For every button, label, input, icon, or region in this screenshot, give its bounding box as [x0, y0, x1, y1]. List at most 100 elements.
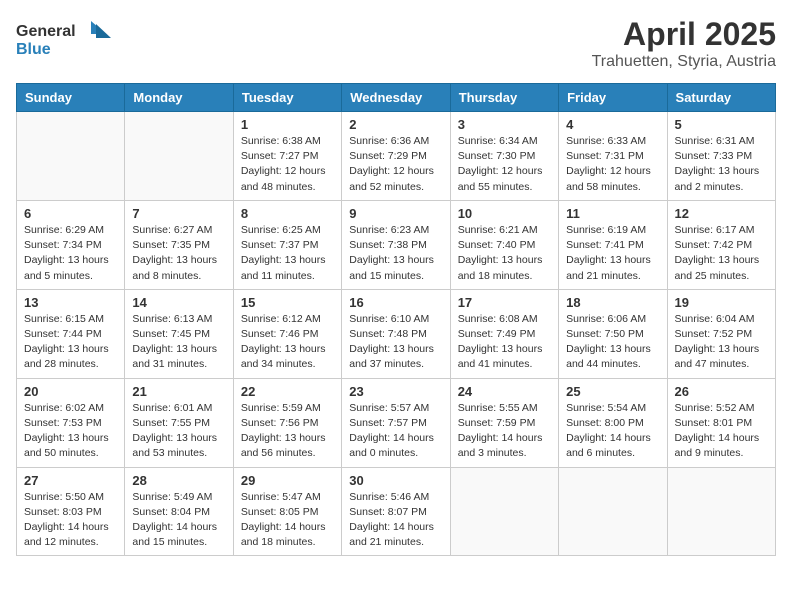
table-row: 29 Sunrise: 5:47 AMSunset: 8:05 PMDayligh… [233, 467, 341, 556]
day-info: Sunrise: 6:13 AMSunset: 7:45 PMDaylight:… [132, 312, 225, 373]
table-row: 2 Sunrise: 6:36 AMSunset: 7:29 PMDaylight… [342, 112, 450, 201]
day-number: 26 [675, 384, 768, 399]
calendar-week-row: 20 Sunrise: 6:02 AMSunset: 7:53 PMDayligh… [17, 378, 776, 467]
weekday-header-friday: Friday [559, 84, 667, 112]
day-info: Sunrise: 6:19 AMSunset: 7:41 PMDaylight:… [566, 223, 659, 284]
day-number: 19 [675, 295, 768, 310]
table-row: 15Sunrise: 6:12 AMSunset: 7:46 PMDayligh… [233, 289, 341, 378]
day-number: 1 [241, 117, 334, 132]
day-number: 20 [24, 384, 117, 399]
day-info: Sunrise: 6:34 AMSunset: 7:30 PMDaylight:… [458, 134, 551, 195]
table-row: 4 Sunrise: 6:33 AMSunset: 7:31 PMDaylight… [559, 112, 667, 201]
calendar-week-row: 6 Sunrise: 6:29 AMSunset: 7:34 PMDaylight… [17, 200, 776, 289]
day-info: Sunrise: 5:49 AMSunset: 8:04 PMDaylight:… [132, 490, 225, 551]
day-number: 18 [566, 295, 659, 310]
table-row [667, 467, 775, 556]
table-row: 16 Sunrise: 6:10 AMSunset: 7:48 PMDayligh… [342, 289, 450, 378]
day-number: 23 [349, 384, 442, 399]
title-block: April 2025 Trahuetten, Styria, Austria [592, 16, 776, 71]
day-info: Sunrise: 5:47 AMSunset: 8:05 PMDaylight:… [241, 490, 334, 551]
logo-text: General Blue [16, 16, 126, 66]
svg-text:Blue: Blue [16, 41, 51, 58]
day-info: Sunrise: 6:21 AMSunset: 7:40 PMDaylight:… [458, 223, 551, 284]
day-number: 16 [349, 295, 442, 310]
table-row: 25 Sunrise: 5:54 AMSunset: 8:00 PMDayligh… [559, 378, 667, 467]
day-info: Sunrise: 6:25 AMSunset: 7:37 PMDaylight:… [241, 223, 334, 284]
table-row: 13 Sunrise: 6:15 AMSunset: 7:44 PMDayligh… [17, 289, 125, 378]
day-number: 9 [349, 206, 442, 221]
day-number: 30 [349, 473, 442, 488]
table-row: 24Sunrise: 5:55 AMSunset: 7:59 PMDayligh… [450, 378, 558, 467]
weekday-header-saturday: Saturday [667, 84, 775, 112]
day-info: Sunrise: 6:31 AMSunset: 7:33 PMDaylight:… [675, 134, 768, 195]
day-info: Sunrise: 5:46 AMSunset: 8:07 PMDaylight:… [349, 490, 442, 551]
day-number: 22 [241, 384, 334, 399]
header: General Blue April 2025 Trahuetten, Styr… [16, 16, 776, 71]
weekday-header-wednesday: Wednesday [342, 84, 450, 112]
day-number: 5 [675, 117, 768, 132]
calendar-title: April 2025 [592, 16, 776, 53]
table-row [559, 467, 667, 556]
day-number: 25 [566, 384, 659, 399]
table-row: 11 Sunrise: 6:19 AMSunset: 7:41 PMDayligh… [559, 200, 667, 289]
day-info: Sunrise: 6:06 AMSunset: 7:50 PMDaylight:… [566, 312, 659, 373]
logo-icon: General Blue [16, 16, 126, 61]
day-info: Sunrise: 6:36 AMSunset: 7:29 PMDaylight:… [349, 134, 442, 195]
day-info: Sunrise: 6:15 AMSunset: 7:44 PMDaylight:… [24, 312, 117, 373]
day-number: 11 [566, 206, 659, 221]
day-info: Sunrise: 6:01 AMSunset: 7:55 PMDaylight:… [132, 401, 225, 462]
day-number: 17 [458, 295, 551, 310]
day-info: Sunrise: 6:08 AMSunset: 7:49 PMDaylight:… [458, 312, 551, 373]
calendar-week-row: 27 Sunrise: 5:50 AMSunset: 8:03 PMDayligh… [17, 467, 776, 556]
day-info: Sunrise: 6:10 AMSunset: 7:48 PMDaylight:… [349, 312, 442, 373]
table-row: 27 Sunrise: 5:50 AMSunset: 8:03 PMDayligh… [17, 467, 125, 556]
table-row: 20 Sunrise: 6:02 AMSunset: 7:53 PMDayligh… [17, 378, 125, 467]
day-number: 4 [566, 117, 659, 132]
weekday-header-row: SundayMondayTuesdayWednesdayThursdayFrid… [17, 84, 776, 112]
day-number: 10 [458, 206, 551, 221]
table-row: 8Sunrise: 6:25 AMSunset: 7:37 PMDaylight… [233, 200, 341, 289]
weekday-header-monday: Monday [125, 84, 233, 112]
day-info: Sunrise: 5:57 AMSunset: 7:57 PMDaylight:… [349, 401, 442, 462]
table-row: 7Sunrise: 6:27 AMSunset: 7:35 PMDaylight… [125, 200, 233, 289]
table-row [125, 112, 233, 201]
table-row: 18 Sunrise: 6:06 AMSunset: 7:50 PMDayligh… [559, 289, 667, 378]
day-info: Sunrise: 6:38 AMSunset: 7:27 PMDaylight:… [241, 134, 334, 195]
day-info: Sunrise: 6:17 AMSunset: 7:42 PMDaylight:… [675, 223, 768, 284]
day-info: Sunrise: 6:33 AMSunset: 7:31 PMDaylight:… [566, 134, 659, 195]
table-row: 5 Sunrise: 6:31 AMSunset: 7:33 PMDaylight… [667, 112, 775, 201]
table-row: 14 Sunrise: 6:13 AMSunset: 7:45 PMDayligh… [125, 289, 233, 378]
table-row [17, 112, 125, 201]
calendar-week-row: 1 Sunrise: 6:38 AMSunset: 7:27 PMDaylight… [17, 112, 776, 201]
svg-text:General: General [16, 23, 76, 40]
weekday-header-thursday: Thursday [450, 84, 558, 112]
day-number: 12 [675, 206, 768, 221]
calendar-table: SundayMondayTuesdayWednesdayThursdayFrid… [16, 83, 776, 556]
day-number: 15 [241, 295, 334, 310]
day-info: Sunrise: 6:04 AMSunset: 7:52 PMDaylight:… [675, 312, 768, 373]
day-number: 24 [458, 384, 551, 399]
day-info: Sunrise: 5:59 AMSunset: 7:56 PMDaylight:… [241, 401, 334, 462]
day-info: Sunrise: 6:29 AMSunset: 7:34 PMDaylight:… [24, 223, 117, 284]
table-row: 17 Sunrise: 6:08 AMSunset: 7:49 PMDayligh… [450, 289, 558, 378]
day-info: Sunrise: 5:52 AMSunset: 8:01 PMDaylight:… [675, 401, 768, 462]
day-number: 14 [132, 295, 225, 310]
day-info: Sunrise: 6:02 AMSunset: 7:53 PMDaylight:… [24, 401, 117, 462]
calendar-week-row: 13 Sunrise: 6:15 AMSunset: 7:44 PMDayligh… [17, 289, 776, 378]
table-row: 12 Sunrise: 6:17 AMSunset: 7:42 PMDayligh… [667, 200, 775, 289]
weekday-header-tuesday: Tuesday [233, 84, 341, 112]
table-row: 23 Sunrise: 5:57 AMSunset: 7:57 PMDayligh… [342, 378, 450, 467]
day-info: Sunrise: 5:50 AMSunset: 8:03 PMDaylight:… [24, 490, 117, 551]
day-info: Sunrise: 5:54 AMSunset: 8:00 PMDaylight:… [566, 401, 659, 462]
day-number: 27 [24, 473, 117, 488]
day-info: Sunrise: 6:27 AMSunset: 7:35 PMDaylight:… [132, 223, 225, 284]
table-row: 30 Sunrise: 5:46 AMSunset: 8:07 PMDayligh… [342, 467, 450, 556]
table-row: 28 Sunrise: 5:49 AMSunset: 8:04 PMDayligh… [125, 467, 233, 556]
day-number: 6 [24, 206, 117, 221]
day-number: 13 [24, 295, 117, 310]
day-number: 3 [458, 117, 551, 132]
logo: General Blue [16, 16, 126, 66]
day-number: 2 [349, 117, 442, 132]
day-number: 28 [132, 473, 225, 488]
day-number: 29 [241, 473, 334, 488]
